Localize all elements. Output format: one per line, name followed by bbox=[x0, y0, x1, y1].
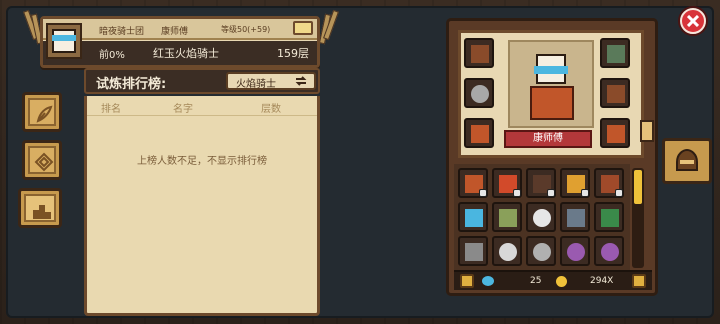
feather-icon bbox=[36, 105, 53, 123]
equip-slot-gloves[interactable] bbox=[464, 118, 494, 148]
diamond-icon bbox=[34, 152, 54, 172]
inventory-scrollbar-thumb[interactable] bbox=[634, 170, 642, 204]
lock-icon bbox=[479, 189, 487, 197]
inventory-slot[interactable] bbox=[526, 202, 556, 232]
mail-icon[interactable] bbox=[293, 21, 313, 35]
hero-portrait bbox=[508, 40, 594, 128]
player-level: 等级50(+59) bbox=[221, 25, 271, 34]
right-wing-ornament bbox=[318, 9, 340, 50]
equip-slot-boots[interactable] bbox=[600, 118, 630, 148]
tab-ranking[interactable] bbox=[18, 188, 62, 228]
player-name: 康师傅 bbox=[161, 27, 189, 37]
inventory-grid bbox=[454, 164, 630, 270]
column-rank: 排名 bbox=[101, 104, 121, 115]
lock-icon bbox=[581, 189, 589, 197]
guild-name: 暗夜骑士团 bbox=[99, 27, 145, 37]
gem-icon bbox=[482, 276, 494, 286]
hero-goggles bbox=[534, 66, 568, 74]
inventory-slot[interactable] bbox=[594, 202, 624, 232]
inventory-slot[interactable] bbox=[458, 236, 488, 266]
panel-toggle-button[interactable] bbox=[640, 120, 654, 142]
avatar-face bbox=[52, 29, 76, 53]
hero-name-banner: 康师傅 bbox=[504, 130, 592, 148]
ranking-mode-dropdown[interactable]: 火焰骑士 bbox=[226, 72, 316, 90]
inventory-slot[interactable] bbox=[526, 168, 556, 198]
floor-title: 红玉火焰骑士 bbox=[153, 47, 219, 60]
player-info-row: 暗夜骑士团 康师傅 等级50(+59) bbox=[43, 19, 317, 40]
inventory-slot[interactable] bbox=[526, 236, 556, 266]
lock-icon bbox=[615, 189, 623, 197]
equip-slot-ring[interactable] bbox=[464, 78, 494, 108]
rank-percent: 前0% bbox=[99, 50, 125, 61]
inventory-slot[interactable] bbox=[560, 168, 590, 198]
hero-armor bbox=[530, 86, 574, 120]
avatar[interactable] bbox=[46, 23, 82, 59]
podium-icon bbox=[33, 205, 51, 219]
ranking-list[interactable]: 排名 名字 层数 上榜人数不足，不显示排行榜 bbox=[84, 96, 320, 316]
equip-slot-armor[interactable] bbox=[600, 38, 630, 68]
column-name: 名字 bbox=[173, 104, 193, 115]
inventory-slot[interactable] bbox=[594, 236, 624, 266]
floor-count: 159层 bbox=[277, 47, 309, 60]
inventory-slot[interactable] bbox=[458, 168, 488, 198]
inventory-slot[interactable] bbox=[458, 202, 488, 232]
inventory-slot[interactable] bbox=[594, 168, 624, 198]
tab-helmet[interactable] bbox=[662, 138, 712, 184]
tab-feather-face bbox=[28, 98, 56, 126]
close-icon bbox=[687, 15, 699, 27]
inventory-slot[interactable] bbox=[560, 236, 590, 266]
avatar-goggles bbox=[52, 35, 76, 41]
inventory-slot[interactable] bbox=[492, 202, 522, 232]
ranking-empty-message: 上榜人数不足，不显示排行榜 bbox=[137, 156, 267, 167]
inventory-slot[interactable] bbox=[492, 168, 522, 198]
coin-count: 294X bbox=[590, 276, 614, 286]
helmet-icon bbox=[676, 148, 698, 171]
equip-slot-belt[interactable] bbox=[600, 78, 630, 108]
player-info-panel: 暗夜骑士团 康师傅 等级50(+59) 前0% 红玉火焰骑士 159层 bbox=[40, 16, 320, 68]
refresh-icon[interactable] bbox=[294, 75, 308, 87]
tab-diamond-face bbox=[28, 146, 56, 174]
lock-toggle-icon[interactable] bbox=[460, 274, 474, 288]
lock-icon bbox=[547, 189, 555, 197]
equip-slot-helmet[interactable] bbox=[464, 38, 494, 68]
ranking-title-bar: 试炼排行榜: 火焰骑士 bbox=[84, 68, 320, 94]
tab-ranking-face bbox=[24, 194, 56, 222]
tab-diamond[interactable] bbox=[22, 140, 62, 180]
ranking-list-header: 排名 名字 层数 bbox=[87, 96, 317, 116]
inventory-menu-icon[interactable] bbox=[632, 274, 646, 288]
gem-count: 25 bbox=[530, 276, 542, 286]
lock-icon bbox=[513, 189, 521, 197]
column-floor: 层数 bbox=[261, 104, 281, 115]
inventory-slot[interactable] bbox=[492, 236, 522, 266]
inventory-slot[interactable] bbox=[560, 202, 590, 232]
ranking-title: 试炼排行榜: bbox=[96, 77, 167, 92]
ranking-mode-label: 火焰骑士 bbox=[236, 79, 276, 90]
currency-bar: 25 294X bbox=[454, 270, 652, 290]
close-button[interactable] bbox=[680, 8, 706, 34]
floor-row: 前0% 红玉火焰骑士 159层 bbox=[43, 41, 317, 65]
tab-feather[interactable] bbox=[22, 92, 62, 132]
coin-icon bbox=[556, 276, 567, 287]
